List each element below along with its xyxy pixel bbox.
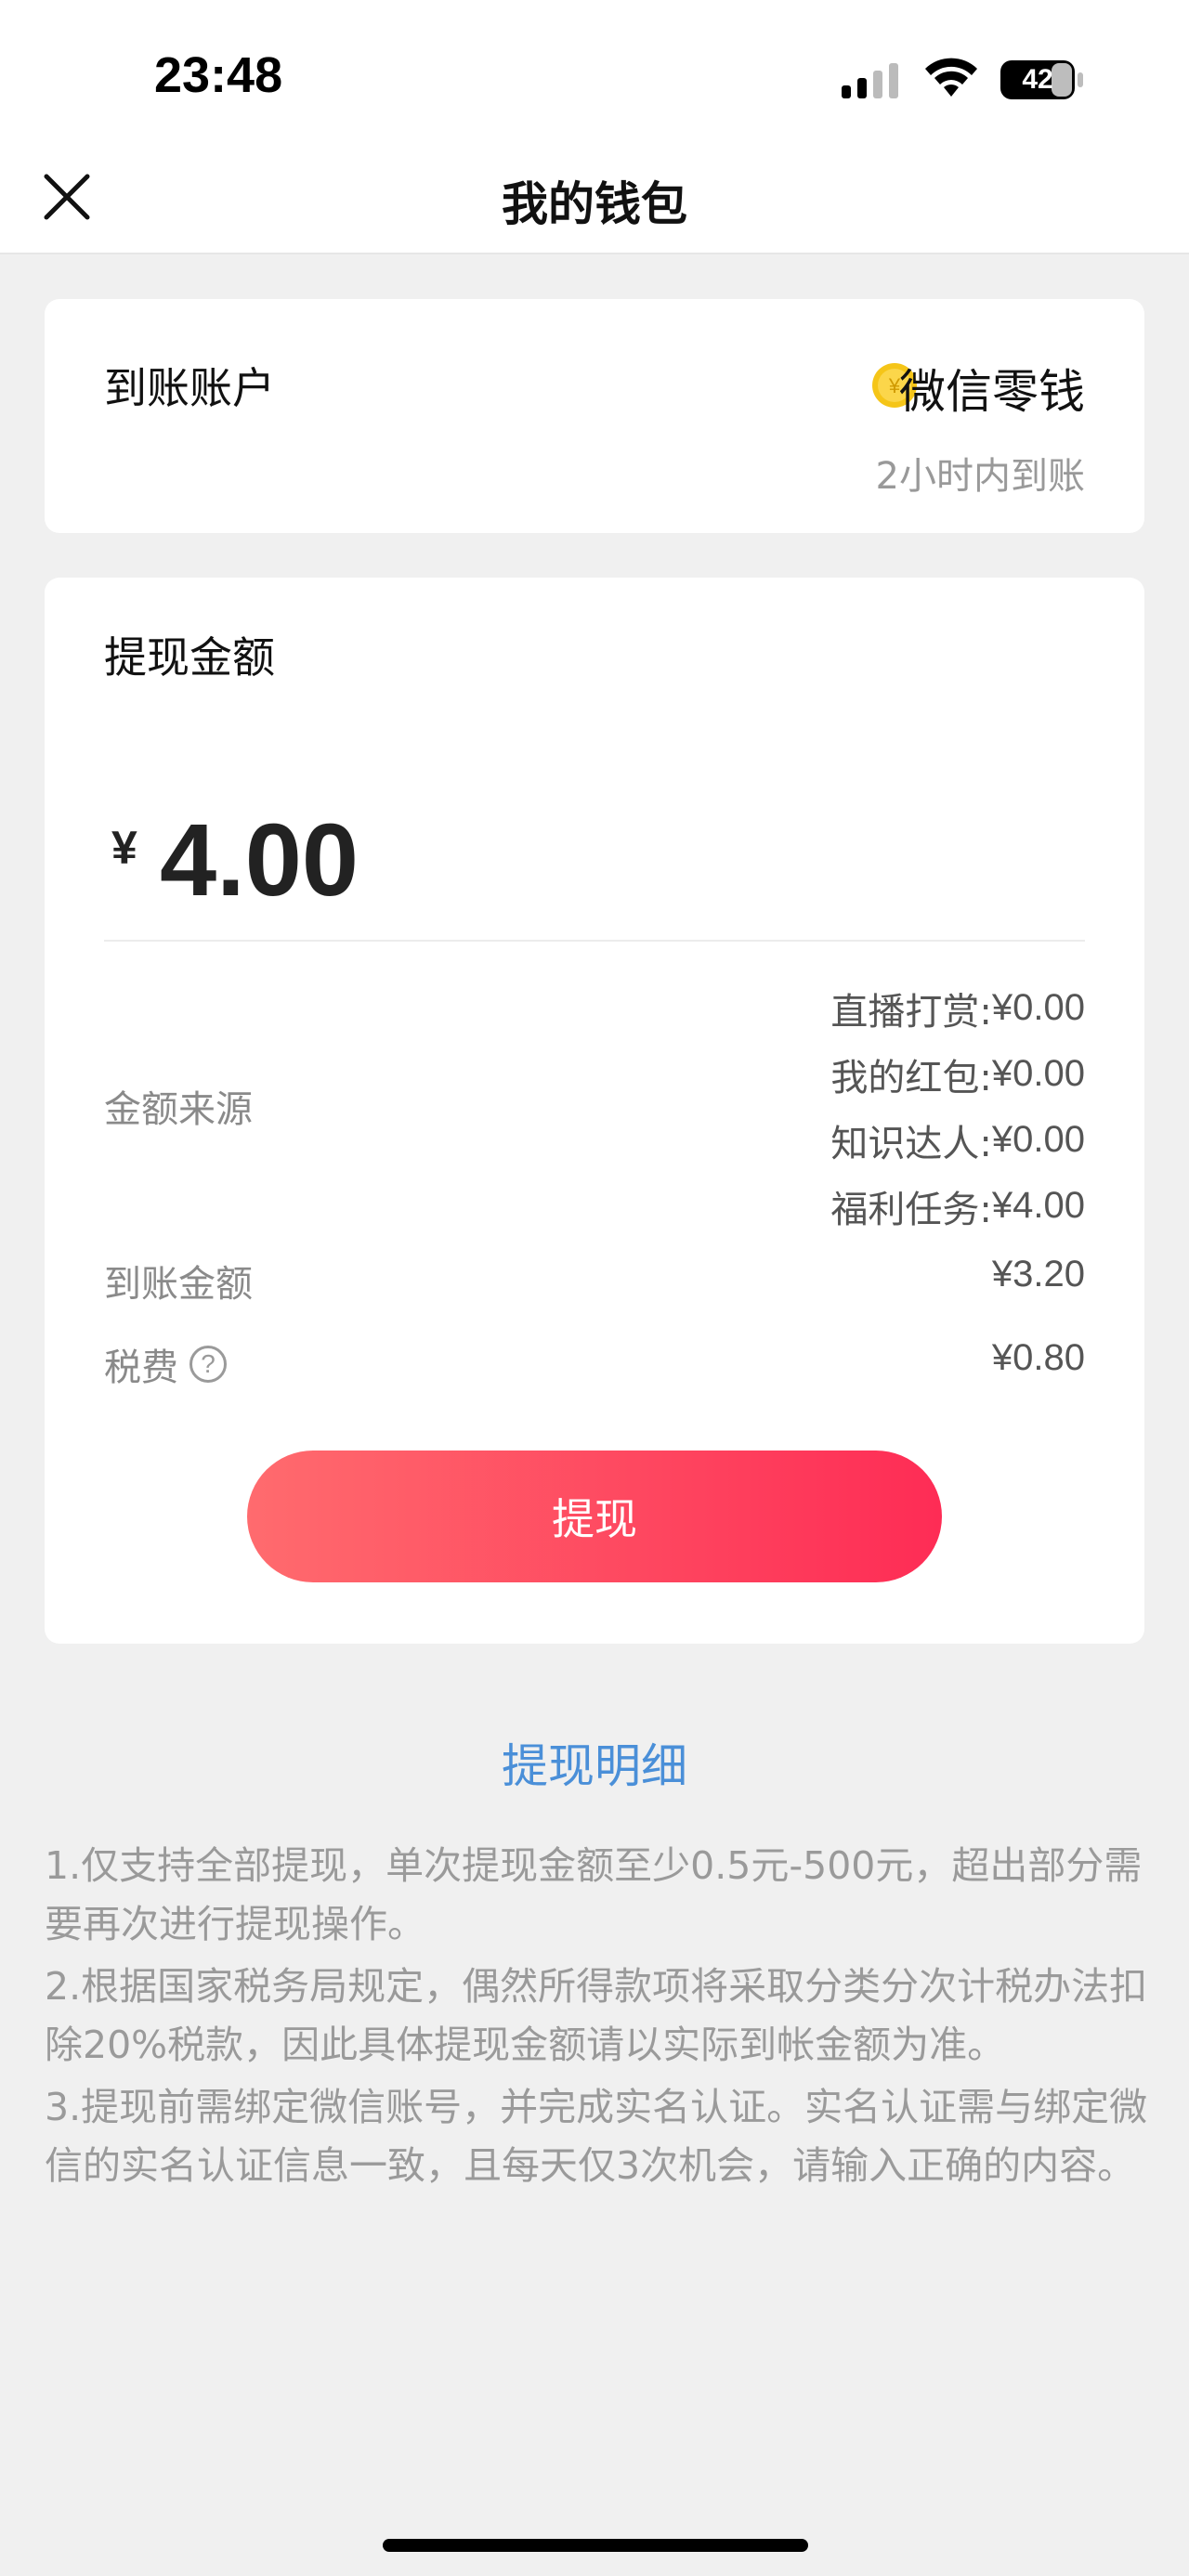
source-label: 金额来源 [104, 1088, 253, 1131]
withdraw-amount-label: 提现金额 [104, 632, 275, 683]
source-value: ¥4.00 [991, 1185, 1085, 1226]
status-bar: 23:48 42 [0, 0, 1189, 149]
source-value: ¥0.00 [991, 1119, 1085, 1160]
source-name: 我的红包: [830, 1056, 992, 1099]
tax-row: 税费 ? [104, 1337, 227, 1391]
cellular-signal-icon [842, 63, 898, 98]
source-item: 福利任务: ¥4.00 [528, 1173, 1085, 1239]
source-name: 知识达人: [830, 1122, 992, 1165]
currency-symbol: ¥ [111, 822, 137, 874]
payout-method[interactable]: 微信零钱 [899, 355, 1085, 422]
source-value: ¥0.00 [991, 987, 1085, 1028]
page-title: 我的钱包 [502, 177, 687, 231]
source-list: 直播打赏: ¥0.00 我的红包: ¥0.00 知识达人: ¥0.00 福利任务… [528, 975, 1085, 1239]
source-item: 我的红包: ¥0.00 [528, 1041, 1085, 1107]
note-item: 3.提现前需绑定微信账号，并完成实名认证。实名认证需与绑定微信的实名认证信息一致… [45, 2085, 1148, 2188]
withdraw-card: 提现金额 ¥ 4.00 金额来源 直播打赏: ¥0.00 我的红包: ¥0.00… [45, 578, 1144, 1644]
nav-bar: 我的钱包 [0, 149, 1189, 254]
account-card: 到账账户 ¥ 微信零钱 2小时内到账 [45, 299, 1144, 533]
battery-icon: 42 [1000, 59, 1085, 100]
received-amount-value: ¥3.20 [991, 1254, 1085, 1295]
home-indicator [383, 2539, 808, 2552]
note-item: 2.根据国家税务局规定，偶然所得款项将采取分类分次计税办法扣除20%税款，因此具… [45, 1964, 1148, 2067]
withdraw-amount: 4.00 [160, 803, 359, 917]
tax-value: ¥0.80 [991, 1337, 1085, 1378]
received-amount-label: 到账金额 [104, 1263, 253, 1306]
source-item: 知识达人: ¥0.00 [528, 1107, 1085, 1173]
source-item: 直播打赏: ¥0.00 [528, 975, 1085, 1041]
account-label: 到账账户 [104, 363, 275, 413]
divider [104, 940, 1085, 942]
withdraw-button[interactable]: 提现 [247, 1451, 942, 1582]
help-icon[interactable]: ? [189, 1346, 227, 1383]
wifi-icon [925, 58, 977, 97]
note-item: 1.仅支持全部提现，单次提现金额至少0.5元-500元，超出部分需要再次进行提现… [45, 1843, 1143, 1946]
status-time: 23:48 [154, 47, 283, 103]
source-name: 直播打赏: [830, 990, 992, 1034]
notes: 1.仅支持全部提现，单次提现金额至少0.5元-500元，超出部分需要再次进行提现… [45, 1837, 1150, 2199]
arrival-note: 2小时内到账 [875, 455, 1085, 498]
tax-label: 税费 [104, 1347, 178, 1389]
withdraw-details-link[interactable]: 提现明细 [0, 1729, 1189, 1796]
source-name: 福利任务: [830, 1188, 992, 1231]
battery-level: 42 [1022, 64, 1053, 95]
source-value: ¥0.00 [991, 1053, 1085, 1094]
